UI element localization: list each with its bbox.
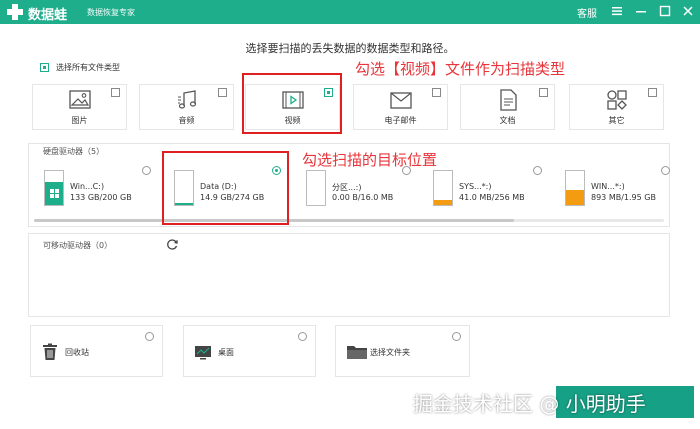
drive-radio[interactable]	[402, 166, 411, 175]
drive-radio[interactable]	[533, 166, 542, 175]
select-all-label: 选择所有文件类型	[56, 63, 120, 72]
drive-sys[interactable]: SYS...*:) 41.0 MB/256 MB	[425, 164, 550, 214]
music-icon	[178, 90, 197, 109]
drive-usage-fill	[566, 189, 584, 205]
drive-name: WIN...*:)	[591, 182, 625, 191]
type-label-image: 图片	[71, 116, 88, 125]
location-radio[interactable]	[145, 332, 154, 341]
page-heading: 选择要扫描的丢失数据的数据类型和路径。	[245, 42, 455, 55]
type-checkbox-email[interactable]	[432, 88, 441, 97]
removable-drive-title: 可移动驱动器（0）	[43, 241, 113, 250]
title-bar: 数据蛙 数据恢复专家 客服	[0, 0, 700, 24]
desktop-icon	[195, 346, 211, 360]
app-subtitle: 数据恢复专家	[87, 8, 135, 17]
watermark-text: 掘金技术社区 @ 小明助手	[413, 392, 646, 416]
highlight-drive-box	[162, 151, 289, 225]
app-name: 数据蛙	[28, 8, 68, 23]
location-recycle-bin[interactable]: 回收站	[30, 325, 163, 377]
drive-size: 41.0 MB/256 MB	[459, 193, 525, 202]
removable-drive-panel	[28, 233, 670, 317]
drive-icon	[44, 170, 64, 206]
drive-partition[interactable]: 分区...:) 0.00 B/16.0 MB	[298, 164, 423, 214]
menu-icon[interactable]	[610, 4, 624, 18]
type-checkbox-audio[interactable]	[218, 88, 227, 97]
location-radio[interactable]	[452, 332, 461, 341]
location-label: 回收站	[65, 348, 89, 357]
type-card-document[interactable]: 文档	[460, 84, 555, 130]
drive-win[interactable]: WIN...*:) 893 MB/1.95 GB	[557, 164, 682, 214]
select-all-box[interactable]	[40, 63, 49, 72]
image-icon	[69, 90, 91, 109]
drive-radio[interactable]	[142, 166, 151, 175]
location-label: 桌面	[218, 348, 234, 357]
maximize-icon[interactable]	[658, 4, 672, 18]
document-icon	[500, 89, 517, 111]
drive-icon	[565, 170, 585, 206]
drive-name: Win...C:)	[70, 182, 105, 191]
type-label-email: 电子邮件	[384, 116, 417, 125]
highlight-video-box	[242, 73, 342, 134]
type-card-email[interactable]: 电子邮件	[353, 84, 448, 130]
drive-size: 133 GB/200 GB	[70, 193, 132, 202]
location-label: 选择文件夹	[370, 348, 410, 357]
drive-size: 0.00 B/16.0 MB	[332, 193, 394, 202]
folder-icon	[347, 346, 367, 359]
location-radio[interactable]	[298, 332, 307, 341]
drive-name: 分区...:)	[332, 183, 362, 192]
drive-c[interactable]: Win...C:) 133 GB/200 GB	[36, 164, 161, 214]
drive-icon	[433, 170, 453, 206]
refresh-icon[interactable]	[166, 238, 179, 251]
location-desktop[interactable]: 桌面	[183, 325, 316, 377]
drive-size: 893 MB/1.95 GB	[591, 193, 656, 202]
type-checkbox-other[interactable]	[648, 88, 657, 97]
hard-drive-title: 硬盘驱动器（5）	[43, 147, 105, 156]
other-icon	[607, 90, 627, 110]
type-label-audio: 音频	[178, 116, 195, 125]
location-folder[interactable]: 选择文件夹	[335, 325, 470, 377]
type-label-document: 文档	[499, 116, 516, 125]
type-checkbox-document[interactable]	[539, 88, 548, 97]
recycle-bin-icon	[43, 343, 57, 360]
drive-usage-fill	[434, 199, 452, 205]
mail-icon	[390, 92, 412, 109]
close-icon[interactable]	[681, 4, 695, 18]
customer-service-link[interactable]: 客服	[577, 5, 597, 20]
annotation-video: 勾选【视频】文件作为扫描类型	[355, 60, 566, 78]
type-card-audio[interactable]: 音频	[139, 84, 234, 130]
minimize-icon[interactable]	[634, 4, 648, 18]
type-card-image[interactable]: 图片	[32, 84, 127, 130]
drive-icon	[306, 170, 326, 206]
type-checkbox-image[interactable]	[111, 88, 120, 97]
drive-name: SYS...*:)	[459, 182, 492, 191]
drive-radio[interactable]	[661, 166, 670, 175]
app-logo-icon	[7, 4, 23, 20]
type-label-other: 其它	[608, 116, 625, 125]
windows-logo-icon	[50, 189, 59, 198]
drive-scrollbar[interactable]	[34, 219, 664, 222]
type-card-other[interactable]: 其它	[569, 84, 664, 130]
